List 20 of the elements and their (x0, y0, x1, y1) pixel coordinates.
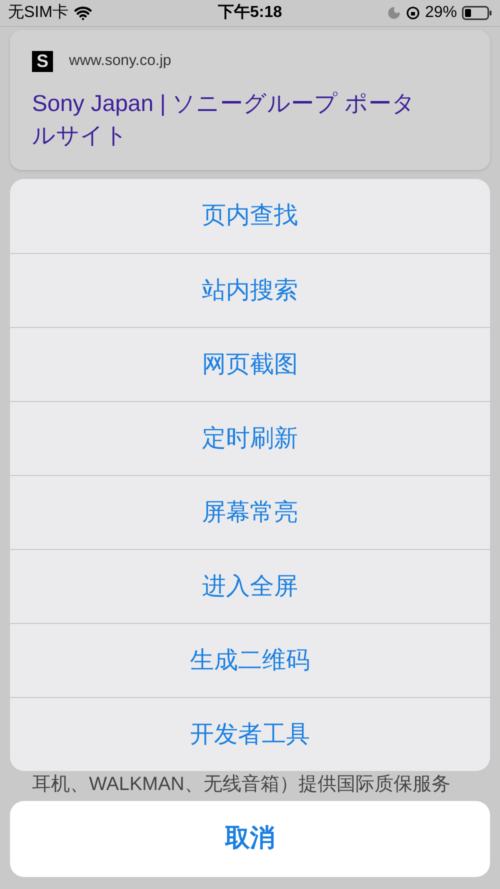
rotation-lock-icon (406, 6, 420, 20)
battery-icon (462, 6, 492, 20)
page-text: 耳机、WALKMAN、无线音箱）提供国际质保服务 (32, 772, 450, 797)
carrier-label: 无SIM卡 (8, 2, 68, 23)
menu-item[interactable]: 屏幕常亮 (10, 475, 490, 549)
cancel-button[interactable]: 取消 (10, 801, 490, 877)
menu-item[interactable]: 开发者工具 (10, 697, 490, 771)
menu-item[interactable]: 生成二维码 (10, 623, 490, 697)
moon-icon (386, 6, 401, 20)
battery-percent: 29% (424, 3, 457, 23)
menu-item[interactable]: 页内查找 (10, 179, 490, 253)
menu-item[interactable]: 网页截图 (10, 327, 490, 401)
wifi-icon (74, 4, 92, 22)
page-title: Sony Japan | ソニーグループ ポータルサイト (32, 88, 417, 150)
menu-item[interactable]: 定时刷新 (10, 401, 490, 475)
menu-item[interactable]: 进入全屏 (10, 549, 490, 623)
clock: 下午5:18 (218, 2, 282, 23)
site-logo: S (32, 50, 53, 72)
site-url: www.sony.co.jp (69, 51, 172, 71)
menu-item[interactable]: 站内搜索 (10, 253, 490, 327)
